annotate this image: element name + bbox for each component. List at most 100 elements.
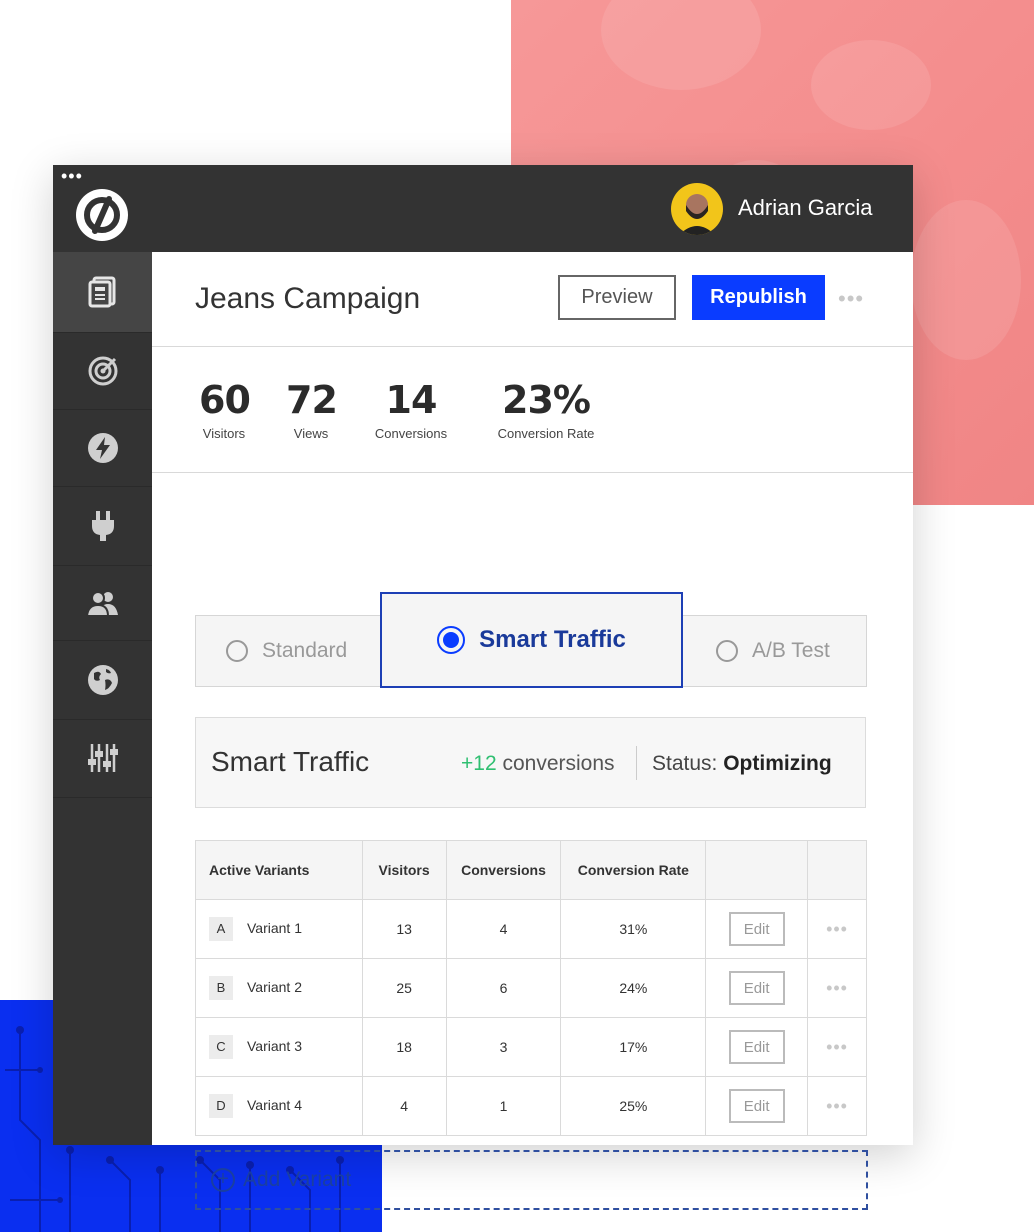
variant-name: Variant 4 [247, 1097, 302, 1113]
conversion-delta: +12 conversions [461, 752, 615, 776]
row-more-icon[interactable]: ••• [826, 919, 848, 939]
conversion-delta-value: +12 [461, 752, 497, 775]
status-label: Status: [652, 752, 718, 775]
column-header: Active Variants [195, 840, 363, 900]
sidebar-item-users[interactable] [53, 565, 152, 641]
page-title: Jeans Campaign [195, 282, 421, 315]
avatar[interactable] [671, 183, 723, 235]
table-row: C Variant 3 18 3 17% Edit ••• [195, 1017, 867, 1077]
variant-name: Variant 2 [247, 979, 302, 995]
edit-cell: Edit [705, 1076, 809, 1136]
status: Status: Optimizing [652, 752, 832, 776]
conversions-cell: 6 [445, 958, 562, 1018]
more-cell: ••• [807, 1076, 867, 1136]
republish-button[interactable]: Republish [692, 275, 825, 320]
target-icon [88, 356, 117, 385]
visitors-cell: 25 [361, 958, 447, 1018]
mode-label: Smart Traffic [479, 626, 626, 653]
stat-value: 60 [199, 378, 251, 422]
stat-label: Views [293, 426, 329, 441]
table-row: A Variant 1 13 4 31% Edit ••• [195, 899, 867, 959]
users-icon [85, 590, 118, 617]
stat-value: 23% [502, 378, 591, 422]
pages-icon [88, 276, 115, 308]
globe-icon [87, 664, 118, 695]
user-name[interactable]: Adrian Garcia [738, 195, 873, 221]
column-header: Conversion Rate [560, 840, 707, 900]
row-more-icon[interactable]: ••• [826, 1037, 848, 1057]
divider [152, 472, 913, 473]
variant-name: Variant 3 [247, 1038, 302, 1054]
stat-label: Visitors [202, 426, 246, 441]
app-window: ••• Adrian Garcia Jeans Campaign Preview… [53, 165, 913, 1210]
sliders-icon [87, 744, 118, 772]
column-header: Conversions [445, 840, 562, 900]
radio-icon [226, 640, 248, 662]
sidebar-item-globe[interactable] [53, 640, 152, 720]
edit-button[interactable]: Edit [728, 1030, 785, 1064]
smart-traffic-summary: Smart Traffic +12 conversions Status: Op… [195, 717, 866, 808]
separator [636, 746, 637, 780]
edit-cell: Edit [705, 899, 809, 959]
top-bar: ••• Adrian Garcia [53, 165, 913, 252]
sidebar-item-pages[interactable] [53, 252, 152, 333]
variant-badge: D [209, 1094, 233, 1118]
mode-option-standard[interactable]: Standard [195, 615, 381, 687]
variant-cell: A Variant 1 [195, 899, 363, 959]
main-content: Jeans Campaign Preview Republish ••• 60 … [152, 252, 913, 1210]
row-more-icon[interactable]: ••• [826, 978, 848, 998]
sidebar-item-bolt[interactable] [53, 409, 152, 487]
radio-selected-icon [437, 626, 466, 654]
more-cell: ••• [807, 1017, 867, 1077]
divider [152, 346, 913, 347]
stat-conversions: 14 Conversions [371, 380, 451, 441]
add-variant-button[interactable]: + Add Variant [195, 1150, 868, 1210]
edit-button[interactable]: Edit [728, 912, 785, 946]
variant-name: Variant 1 [247, 920, 302, 936]
variant-badge: B [209, 976, 233, 1000]
preview-button[interactable]: Preview [558, 275, 676, 320]
visitors-cell: 13 [361, 899, 447, 959]
rate-cell: 25% [560, 1076, 707, 1136]
radio-icon [716, 640, 738, 662]
column-header-empty [807, 840, 867, 900]
more-options-icon[interactable]: ••• [838, 286, 864, 312]
variant-cell: C Variant 3 [195, 1017, 363, 1077]
stat-value: 72 [286, 378, 338, 422]
stat-label: Conversions [374, 426, 448, 441]
stat-label: Conversion Rate [497, 426, 595, 441]
table-header: Active Variants Visitors Conversions Con… [195, 840, 867, 900]
plus-circle-icon: + [211, 1168, 235, 1192]
edit-button[interactable]: Edit [728, 1089, 785, 1123]
visitors-cell: 18 [361, 1017, 447, 1077]
stat-conversion-rate: 23% Conversion Rate [491, 380, 601, 441]
edit-button[interactable]: Edit [728, 971, 785, 1005]
rate-cell: 31% [560, 899, 707, 959]
variant-badge: C [209, 1035, 233, 1059]
summary-title: Smart Traffic [211, 746, 370, 777]
edit-cell: Edit [705, 958, 809, 1018]
row-more-icon[interactable]: ••• [826, 1096, 848, 1116]
conversions-cell: 4 [445, 899, 562, 959]
conversions-cell: 1 [445, 1076, 562, 1136]
bolt-icon [87, 432, 118, 463]
variants-table: Active Variants Visitors Conversions Con… [195, 840, 867, 1136]
column-header: Visitors [361, 840, 447, 900]
edit-cell: Edit [705, 1017, 809, 1077]
sidebar-item-settings[interactable] [53, 719, 152, 798]
rate-cell: 17% [560, 1017, 707, 1077]
visitors-cell: 4 [361, 1076, 447, 1136]
status-value: Optimizing [723, 752, 832, 775]
logo[interactable] [76, 189, 128, 241]
mode-label: Standard [262, 639, 348, 662]
table-row: D Variant 4 4 1 25% Edit ••• [195, 1076, 867, 1136]
window-menu-icon[interactable]: ••• [61, 167, 83, 185]
sidebar [53, 252, 152, 1145]
table-row: B Variant 2 25 6 24% Edit ••• [195, 958, 867, 1018]
conversion-delta-label: conversions [502, 752, 615, 775]
column-header-empty [705, 840, 809, 900]
sidebar-item-integrations[interactable] [53, 486, 152, 566]
mode-option-smart-traffic[interactable]: Smart Traffic [380, 592, 683, 688]
sidebar-item-target[interactable] [53, 332, 152, 410]
mode-option-ab-test[interactable]: A/B Test [682, 615, 867, 687]
